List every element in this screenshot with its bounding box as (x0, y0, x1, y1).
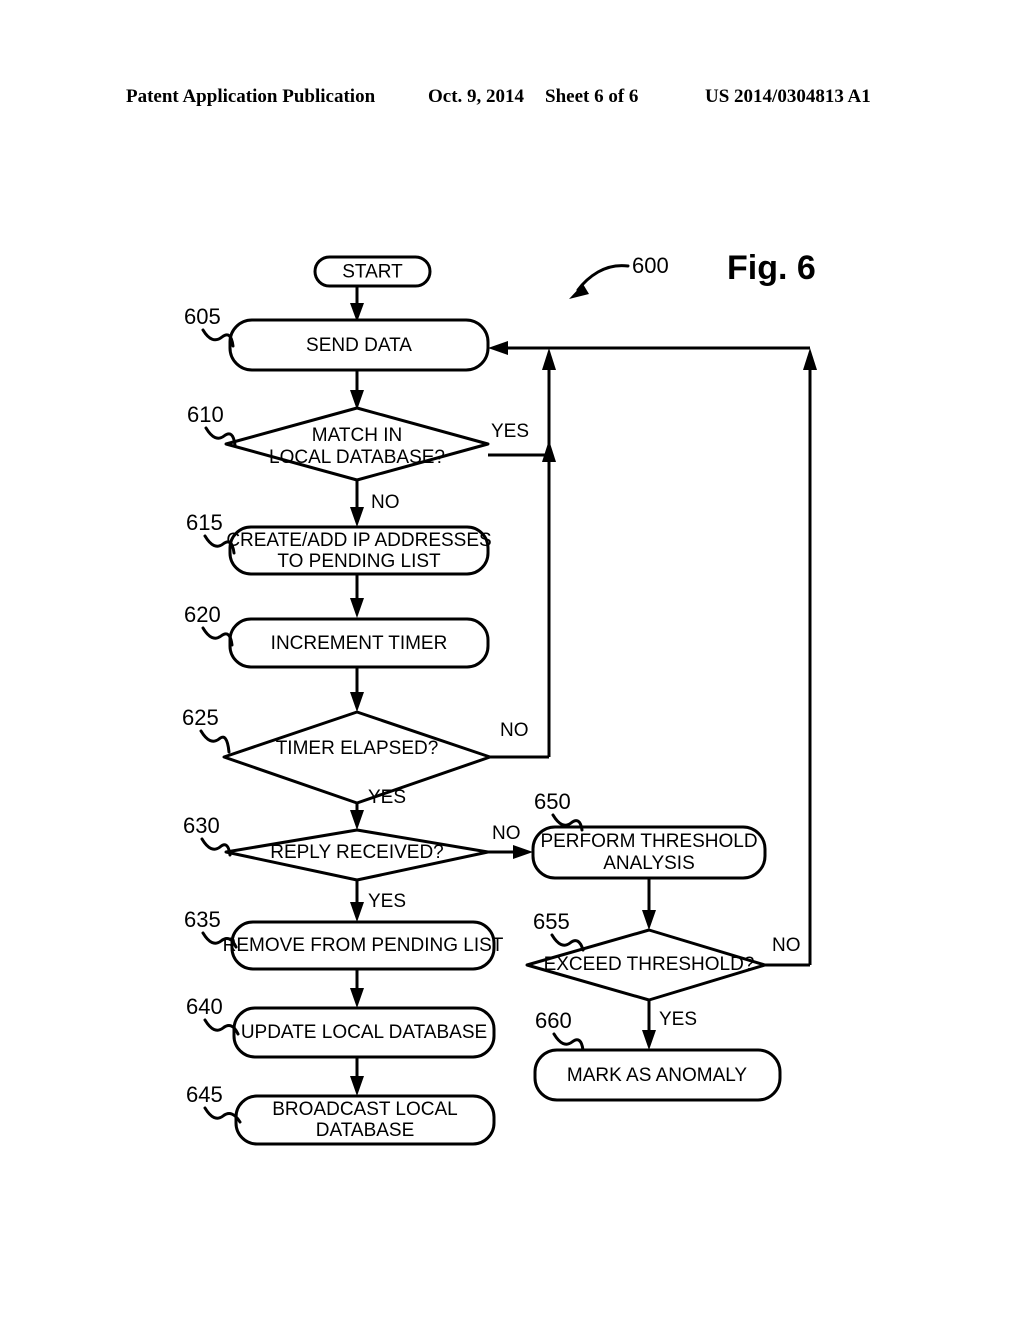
node-start[interactable]: START (313, 255, 432, 288)
node-645-broadcast-local-database[interactable]: BROADCAST LOCAL DATABASE (234, 1094, 496, 1146)
ref-655-number: 655 (533, 909, 570, 934)
ref-640: 640 (186, 994, 240, 1036)
edge-label-610-yes: YES (491, 421, 529, 442)
node-615-create-add-ip-addresses[interactable]: CREATE/ADD IP ADDRESSES TO PENDING LIST (226, 525, 492, 576)
edge-label-655-no: NO (772, 935, 801, 956)
ref-625: 625 (182, 705, 231, 754)
ref-605-number: 605 (184, 304, 221, 329)
connector-return-bus-to-605 (488, 341, 810, 355)
connector-605-to-610 (350, 370, 364, 410)
ref-630: 630 (183, 813, 232, 857)
node-610-match-in-local-database[interactable]: MATCH IN LOCAL DATABASE? (224, 406, 490, 482)
node-625-timer-elapsed[interactable]: TIMER ELAPSED? (222, 710, 492, 805)
node-605-label: SEND DATA (306, 335, 412, 356)
connector-650-to-655 (642, 878, 656, 930)
flowchart-svg: START SEND DATA MATCH IN LOCAL DATABASE?… (182, 249, 817, 1146)
node-610-label-line1: MATCH IN (312, 425, 402, 446)
connector-635-to-640 (350, 969, 364, 1008)
edge-label-625-no: NO (500, 720, 529, 741)
node-615-label-line2: TO PENDING LIST (277, 551, 441, 572)
ref-620-number: 620 (184, 602, 221, 627)
node-605-send-data[interactable]: SEND DATA (228, 318, 490, 372)
figure-ref-600-number: 600 (632, 253, 669, 278)
ref-650: 650 (534, 789, 584, 832)
node-615-label-line1: CREATE/ADD IP ADDRESSES (226, 530, 491, 551)
ref-645: 645 (186, 1082, 242, 1124)
ref-615-number: 615 (186, 510, 223, 535)
ref-640-number: 640 (186, 994, 223, 1019)
connector-630-yes-to-635 (350, 880, 364, 922)
connector-615-to-620 (350, 574, 364, 618)
node-640-label: UPDATE LOCAL DATABASE (241, 1022, 487, 1043)
ref-655: 655 (533, 909, 585, 952)
node-630-label: REPLY RECEIVED? (270, 842, 444, 863)
node-635-remove-from-pending-list[interactable]: REMOVE FROM PENDING LIST (223, 920, 504, 971)
edge-label-630-yes: YES (368, 891, 406, 912)
connector-inner-feedback-riser (488, 348, 556, 759)
node-655-exceed-threshold[interactable]: EXCEED THRESHOLD? (525, 928, 767, 1002)
connector-640-to-645 (350, 1057, 364, 1096)
ref-610-number: 610 (187, 402, 224, 427)
ref-650-number: 650 (534, 789, 571, 814)
node-635-label: REMOVE FROM PENDING LIST (223, 935, 504, 956)
node-655-label: EXCEED THRESHOLD? (544, 954, 755, 975)
node-650-label-line2: ANALYSIS (603, 853, 695, 874)
connector-655-yes-to-660 (642, 1000, 656, 1050)
connector-start-to-605 (350, 286, 364, 322)
node-620-increment-timer[interactable]: INCREMENT TIMER (228, 617, 490, 669)
node-620-label: INCREMENT TIMER (271, 633, 448, 654)
node-640-update-local-database[interactable]: UPDATE LOCAL DATABASE (232, 1006, 496, 1059)
connector-610-no-to-615 (350, 480, 364, 527)
edge-label-610-no: NO (371, 492, 400, 513)
node-645-label-line2: DATABASE (316, 1120, 415, 1141)
node-630-reply-received[interactable]: REPLY RECEIVED? (224, 828, 490, 882)
edge-label-625-yes: YES (368, 787, 406, 808)
ref-635-number: 635 (184, 907, 221, 932)
node-625-label: TIMER ELAPSED? (276, 738, 439, 759)
ref-625-number: 625 (182, 705, 219, 730)
connector-655-no-feedback (765, 348, 817, 967)
ref-645-number: 645 (186, 1082, 223, 1107)
flowchart-figure: START SEND DATA MATCH IN LOCAL DATABASE?… (0, 0, 1024, 1320)
figure-ref-600: 600 (569, 253, 669, 299)
edge-label-630-no: NO (492, 823, 521, 844)
node-645-label-line1: BROADCAST LOCAL (272, 1099, 457, 1120)
ref-610: 610 (187, 402, 237, 447)
ref-605: 605 (184, 304, 235, 348)
node-660-label: MARK AS ANOMALY (567, 1065, 748, 1086)
connector-625-yes-to-630 (350, 803, 364, 830)
node-660-mark-as-anomaly[interactable]: MARK AS ANOMALY (533, 1048, 782, 1102)
node-650-perform-threshold-analysis[interactable]: PERFORM THRESHOLD ANALYSIS (531, 825, 767, 880)
edge-label-655-yes: YES (659, 1009, 697, 1030)
patent-figure-page: Patent Application Publication Oct. 9, 2… (0, 0, 1024, 1320)
connector-630-no-to-650 (488, 845, 533, 859)
node-610-label-line2: LOCAL DATABASE? (269, 447, 445, 468)
node-650-label-line1: PERFORM THRESHOLD (540, 831, 757, 852)
ref-620: 620 (184, 602, 234, 647)
connector-620-to-625 (350, 667, 364, 712)
ref-660: 660 (535, 1008, 585, 1052)
ref-660-number: 660 (535, 1008, 572, 1033)
node-start-label: START (342, 262, 403, 283)
ref-630-number: 630 (183, 813, 220, 838)
figure-title: Fig. 6 (727, 249, 816, 287)
